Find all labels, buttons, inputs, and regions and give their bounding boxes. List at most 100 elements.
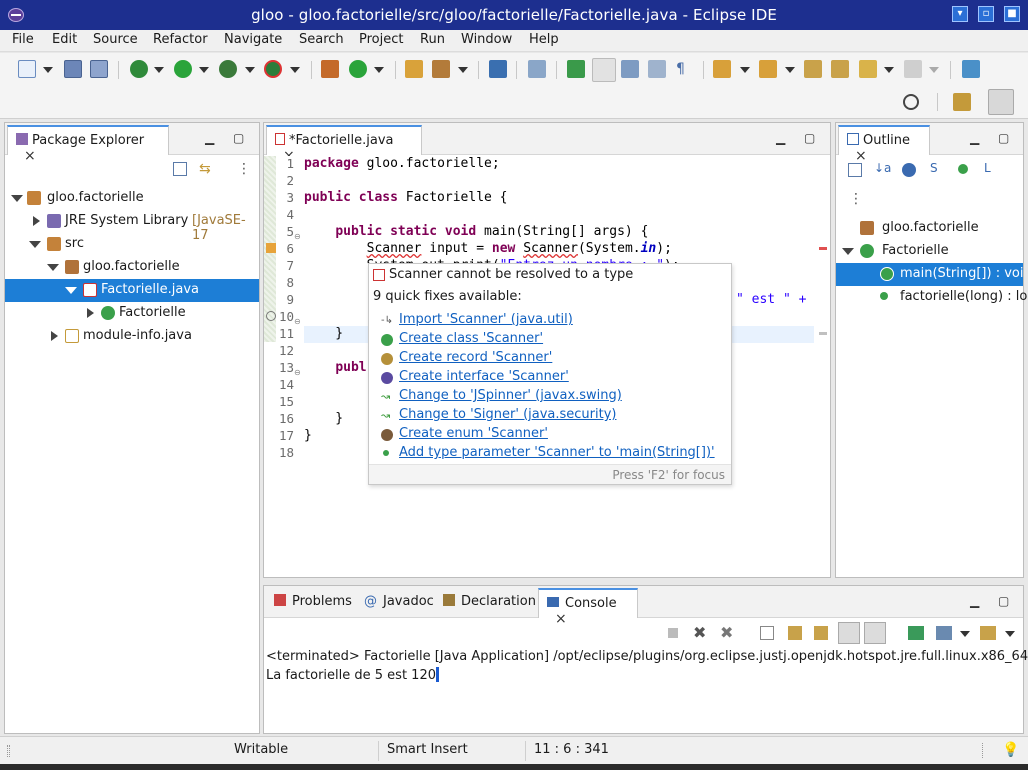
debug-icon[interactable] (130, 60, 148, 78)
clear-console-icon[interactable] (760, 626, 774, 640)
tree-item-factorielle-java[interactable]: Factorielle.java (5, 279, 259, 302)
outline-item-class[interactable]: Factorielle (836, 240, 1023, 263)
minimize-panel-button[interactable]: ▁ (205, 131, 214, 145)
run-dropdown-icon[interactable] (199, 67, 209, 73)
quick-fix-change-signer[interactable]: Change to 'Signer' (java.security) (399, 407, 616, 422)
open-perspective-icon[interactable] (962, 60, 980, 78)
external-tools-icon[interactable] (264, 60, 282, 78)
mark-occurrences-icon[interactable] (592, 58, 616, 82)
open-type-icon[interactable] (405, 60, 423, 78)
chevron-right-icon[interactable] (51, 331, 58, 341)
console-output-line[interactable]: La factorielle de 5 est 120 (266, 667, 439, 683)
remove-launch-icon[interactable]: ✖ (693, 623, 706, 642)
run-icon[interactable] (174, 60, 192, 78)
show-on-stdout-icon[interactable] (838, 622, 860, 644)
menu-run[interactable]: Run (418, 32, 447, 47)
terminate-icon[interactable] (668, 628, 678, 638)
external-tools-dropdown-icon[interactable] (290, 67, 300, 73)
hide-nonpublic-icon[interactable] (958, 164, 968, 174)
quick-fix-create-interface[interactable]: Create interface 'Scanner' (399, 369, 569, 384)
save-all-icon[interactable] (90, 60, 108, 78)
chevron-right-icon[interactable] (33, 216, 40, 226)
chevron-right-icon[interactable] (87, 308, 94, 318)
maximize-window-button[interactable]: ▫ (978, 6, 994, 22)
tree-item-module-info[interactable]: module-info.java (5, 325, 259, 348)
word-wrap-icon[interactable] (648, 60, 666, 78)
warning-marker-icon[interactable] (266, 311, 276, 321)
remove-all-terminated-icon[interactable]: ✖ (720, 623, 733, 642)
new-class-dropdown-icon[interactable] (374, 67, 384, 73)
scroll-lock-icon[interactable] (788, 626, 802, 640)
coverage-icon[interactable] (219, 60, 237, 78)
close-window-button[interactable]: ■ (1004, 6, 1020, 22)
tree-item-class[interactable]: Factorielle (5, 302, 259, 325)
chevron-down-icon[interactable] (842, 248, 854, 255)
display-console-icon[interactable] (936, 626, 952, 640)
status-handle[interactable] (7, 745, 10, 757)
previous-annotation-icon[interactable] (759, 60, 777, 78)
maximize-panel-button[interactable]: ▢ (233, 131, 244, 145)
forward-dropdown-icon[interactable] (929, 67, 939, 73)
code-line-1[interactable]: package gloo.factorielle; (304, 156, 500, 171)
tree-item-package[interactable]: gloo.factorielle (5, 256, 259, 279)
task-dropdown-icon[interactable] (458, 67, 468, 73)
search-icon[interactable] (903, 94, 919, 110)
menu-navigate[interactable]: Navigate (222, 32, 284, 47)
quick-fix-import-scanner[interactable]: Import 'Scanner' (java.util) (399, 312, 573, 327)
open-console-dropdown-icon[interactable] (1005, 631, 1015, 637)
view-menu-icon[interactable]: ⋮ (849, 191, 863, 207)
last-edit-location-icon[interactable] (804, 60, 822, 78)
chevron-down-icon[interactable] (47, 264, 59, 271)
coverage-dropdown-icon[interactable] (245, 67, 255, 73)
menu-project[interactable]: Project (357, 32, 405, 47)
quick-fix-create-enum[interactable]: Create enum 'Scanner' (399, 426, 548, 441)
code-line-16[interactable]: } (304, 411, 343, 426)
tab-package-explorer[interactable]: Package Explorer× (7, 125, 169, 164)
previous-annotation-dropdown-icon[interactable] (785, 67, 795, 73)
new-dropdown-icon[interactable] (43, 67, 53, 73)
tab-factorielle-java[interactable]: *Factorielle.java× (266, 125, 422, 164)
tab-javadoc[interactable]: @ Javadoc (356, 588, 442, 618)
display-console-dropdown-icon[interactable] (960, 631, 970, 637)
fold-icon[interactable]: ⊖ (294, 368, 301, 377)
lightbulb-icon[interactable]: 💡 (1002, 742, 1019, 758)
menu-refactor[interactable]: Refactor (151, 32, 210, 47)
next-annotation-dropdown-icon[interactable] (740, 67, 750, 73)
menu-window[interactable]: Window (459, 32, 514, 47)
hide-local-types-icon[interactable]: L (984, 161, 991, 175)
chevron-down-icon[interactable] (65, 287, 77, 294)
fold-icon[interactable]: ⊖ (294, 232, 301, 241)
terminal-icon[interactable] (489, 60, 507, 78)
menu-source[interactable]: Source (91, 32, 140, 47)
pin-console-icon[interactable] (908, 626, 924, 640)
outline-item-package[interactable]: gloo.factorielle (836, 217, 1023, 240)
overview-error-mark[interactable] (819, 247, 827, 250)
error-marker-icon[interactable] (266, 243, 276, 253)
outline-item-main[interactable]: main(String[]) : voi (836, 263, 1023, 286)
debug-dropdown-icon[interactable] (154, 67, 164, 73)
view-menu-icon[interactable]: ⋮ (237, 161, 251, 177)
show-on-stderr-icon[interactable] (864, 622, 886, 644)
tab-declaration[interactable]: Declaration (435, 588, 544, 618)
menu-search[interactable]: Search (297, 32, 346, 47)
block-selection-icon[interactable] (621, 60, 639, 78)
next-annotation-icon[interactable] (713, 60, 731, 78)
new-java-class-icon[interactable] (349, 60, 367, 78)
quick-fix-change-jspinner[interactable]: Change to 'JSpinner' (javax.swing) (399, 388, 622, 403)
fold-icon[interactable]: ⊖ (294, 317, 301, 326)
hide-fields-icon[interactable] (902, 163, 916, 177)
quick-fix-create-record[interactable]: Create record 'Scanner' (399, 350, 552, 365)
maximize-panel-button[interactable]: ▢ (998, 131, 1009, 145)
minimize-panel-button[interactable]: ▁ (970, 131, 979, 145)
code-line-13[interactable]: publ (304, 360, 366, 375)
open-console-icon[interactable] (980, 626, 996, 640)
save-icon[interactable] (64, 60, 82, 78)
show-whitespace-icon[interactable]: ¶ (676, 61, 690, 79)
java-perspective-icon[interactable] (988, 89, 1014, 115)
quick-fix-add-type-parameter[interactable]: Add type parameter 'Scanner' to 'main(St… (399, 445, 715, 460)
back-dropdown-icon[interactable] (884, 67, 894, 73)
hide-static-icon[interactable]: S (930, 161, 938, 175)
status-handle[interactable] (982, 743, 985, 758)
chevron-down-icon[interactable] (11, 195, 23, 202)
tree-item-jre[interactable]: JRE System Library [JavaSE-17 (5, 210, 259, 243)
